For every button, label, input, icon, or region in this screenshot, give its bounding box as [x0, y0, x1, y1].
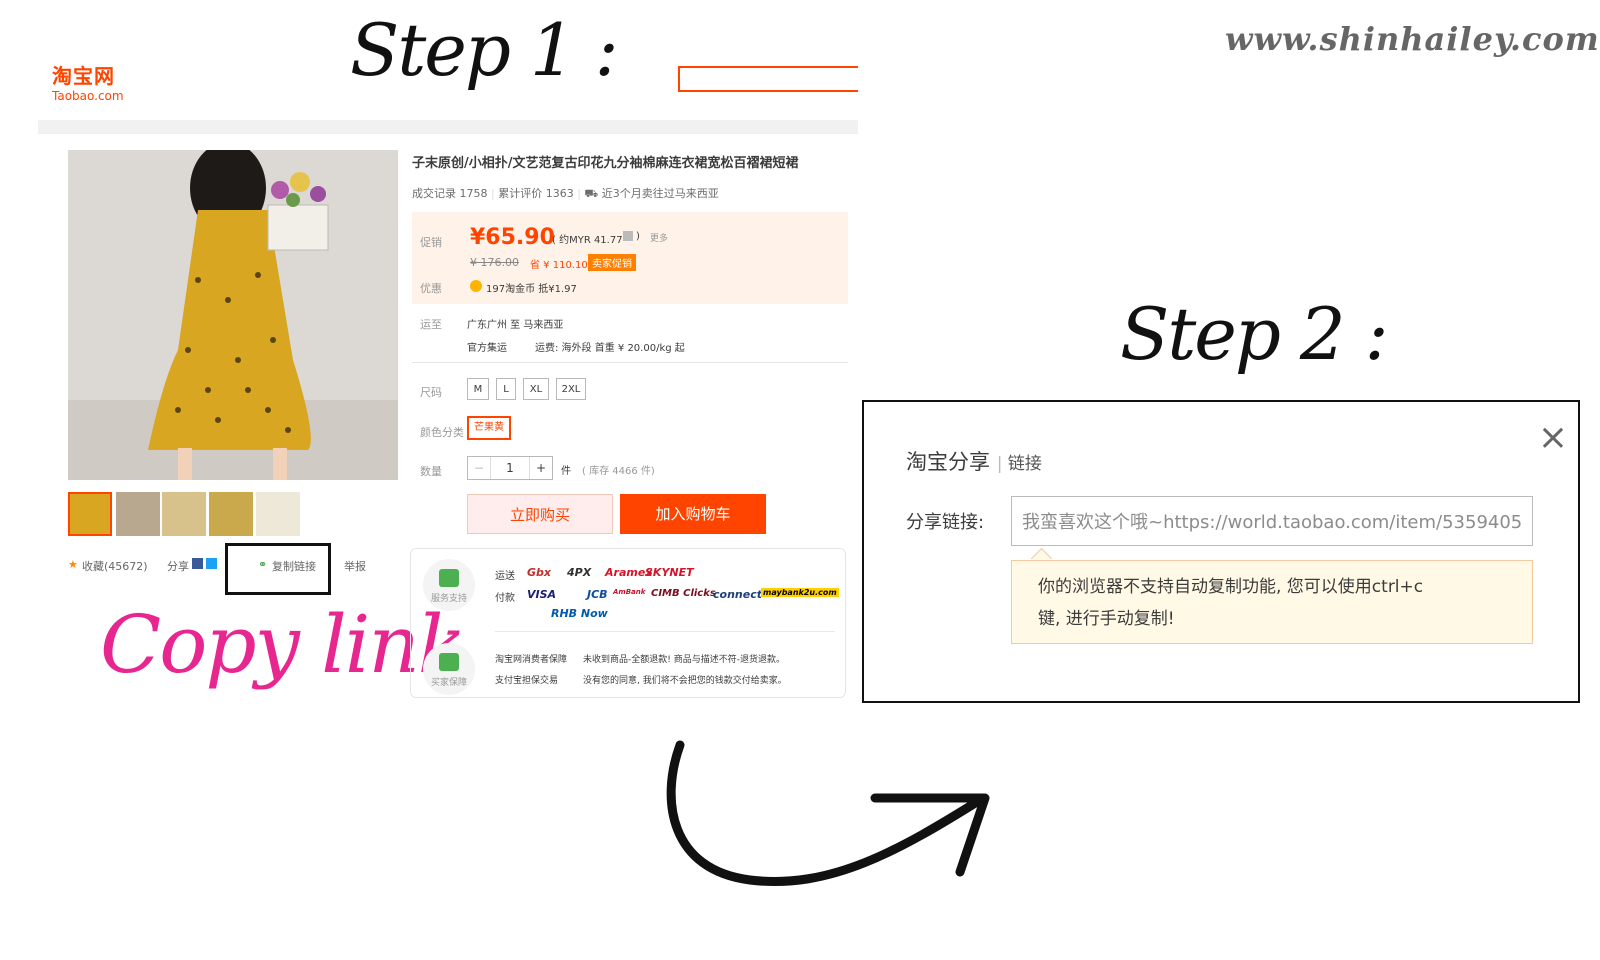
divider	[495, 631, 835, 632]
buy-now-button[interactable]: 立即购买	[467, 494, 613, 534]
promo-label: 促销	[420, 236, 442, 249]
top-search-box[interactable]	[678, 66, 858, 92]
report-link[interactable]: 举报	[344, 558, 366, 574]
original-price-value: ¥ 176.00	[470, 256, 519, 269]
copy-link-highlight	[225, 543, 331, 595]
more-dropdown[interactable]: 更多	[650, 231, 668, 244]
facebook-icon[interactable]	[192, 558, 203, 569]
buyer-protection-label: 买家保障	[430, 678, 467, 688]
copy-tip-line1: 你的浏览器不支持自动复制功能, 您可以使用ctrl+c	[1038, 577, 1424, 597]
size-option-xl[interactable]: XL	[523, 378, 549, 400]
product-stats: 成交记录 1758 | 累计评价 1363 | ⛟ 近3个月卖往过马来西亚	[412, 187, 719, 200]
ship-route[interactable]: 广东广州 至 马来西亚	[467, 316, 563, 331]
quantity-label: 数量	[420, 465, 442, 478]
quantity-input[interactable]: 1	[490, 457, 530, 479]
service-support-icon	[439, 569, 459, 587]
taobao-logo[interactable]: 淘宝网 Taobao.com	[52, 60, 124, 103]
thumbnail-5[interactable]	[256, 492, 300, 536]
quantity-stepper: − 1 +	[467, 456, 553, 480]
original-price: ¥ 176.00	[470, 256, 519, 269]
close-icon[interactable]: ×	[1538, 420, 1568, 456]
dialog-subtitle: 链接	[1007, 454, 1042, 474]
thumbnail-4[interactable]	[209, 492, 253, 536]
size-label: 尺码	[420, 386, 442, 399]
taobao-logo-en: Taobao.com	[52, 89, 124, 103]
curved-arrow-icon	[666, 740, 990, 886]
jcb-logo: JCB	[587, 588, 608, 601]
add-to-cart-button[interactable]: 加入购物车	[620, 494, 766, 534]
ship-method[interactable]: 官方集运	[467, 339, 507, 354]
divider	[412, 362, 848, 363]
thumbnail-3[interactable]	[162, 492, 206, 536]
stock-count: ( 库存 4466 件)	[582, 466, 655, 477]
shield-icon	[439, 653, 459, 671]
rhb-logo: RHB Now	[551, 607, 608, 620]
size-option-2xl[interactable]: 2XL	[556, 378, 586, 400]
myr-price: ( 约MYR 41.77	[552, 235, 623, 246]
share-link-input[interactable]	[1011, 496, 1533, 546]
payment-methods-label: 付款	[495, 593, 515, 604]
dialog-title: 淘宝分享 | 链接	[906, 450, 1042, 474]
save-amount: 省 ¥ 110.10	[530, 260, 588, 271]
step2-heading: Step 2 :	[1120, 292, 1389, 376]
thumbnail-2[interactable]	[116, 492, 160, 536]
help-icon[interactable]	[623, 231, 633, 241]
shipping-methods-label: 运送	[495, 571, 515, 582]
cimb-logo: CIMB Clicks	[651, 588, 716, 599]
ship-fee[interactable]: 运费: 海外段 首重 ¥ 20.00/kg 起	[535, 339, 685, 354]
product-image[interactable]	[68, 150, 398, 480]
skynet-logo: SKYNET	[645, 566, 694, 579]
product-title: 子末原创/小相扑/文艺范复古印花九分袖棉麻连衣裙宽松百褶裙短裙	[412, 156, 799, 171]
visa-logo: VISA	[527, 588, 557, 601]
color-label: 颜色分类	[420, 426, 464, 439]
size-option-l[interactable]: L	[496, 378, 516, 400]
favorites-link[interactable]: 收藏(45672)	[82, 558, 148, 574]
dialog-title-main: 淘宝分享	[906, 450, 990, 474]
shipping-note: 近3个月卖往过马来西亚	[601, 187, 719, 200]
watermark: www.shinhailey.com	[1225, 20, 1600, 58]
quantity-unit: 件	[561, 466, 571, 477]
service-support-label: 服务支持	[430, 594, 467, 604]
service-box: 服务支持 运送 Gbx 4PX Aramex SKYNET 付款 VISA JC…	[410, 548, 846, 698]
current-price: ¥65.90	[470, 225, 555, 250]
price-box: 促销 ¥65.90 ( 约MYR 41.77 ) 更多 ¥ 176.00 省 ¥…	[412, 212, 848, 304]
header-divider	[38, 120, 858, 134]
coin-icon	[470, 280, 482, 292]
ambank-logo: AmBank	[613, 588, 646, 596]
service-support: 服务支持	[423, 559, 475, 611]
quantity-plus-button[interactable]: +	[529, 457, 552, 479]
taobao-logo-cn: 淘宝网	[52, 64, 115, 88]
star-icon: ★	[68, 558, 78, 571]
thumbnail-1[interactable]	[68, 492, 112, 536]
color-option-selected[interactable]: 芒果黄	[467, 416, 511, 440]
myr-close: )	[636, 231, 640, 242]
gbx-logo: Gbx	[527, 566, 551, 579]
buyer-protection: 买家保障	[423, 643, 475, 695]
copy-tip-line2: 键, 进行手动复制!	[1038, 609, 1175, 629]
step1-heading: Step 1 :	[350, 8, 619, 92]
4px-logo: 4PX	[567, 566, 592, 579]
review-count[interactable]: 累计评价 1363	[498, 187, 574, 200]
quantity-minus-button[interactable]: −	[468, 457, 491, 479]
copy-tip: 你的浏览器不支持自动复制功能, 您可以使用ctrl+c 键, 进行手动复制!	[1011, 560, 1533, 644]
seller-promo-badge: 卖家促销	[588, 254, 636, 271]
ship-to-label: 运至	[420, 318, 442, 331]
connect-logo: connect	[713, 588, 762, 601]
share-dialog: 淘宝分享 | 链接 × 分享链接: 你的浏览器不支持自动复制功能, 您可以使用c…	[862, 400, 1580, 703]
maybank-logo: maybank2u.com	[761, 588, 839, 597]
size-option-m[interactable]: M	[467, 378, 489, 400]
discount-label: 优惠	[420, 282, 442, 295]
share-label: 分享	[167, 560, 189, 573]
share-link-label: 分享链接:	[906, 512, 985, 533]
protection-title-2: 支付宝担保交易	[495, 676, 559, 686]
deal-count: 成交记录 1758	[412, 187, 488, 200]
protection-title-1: 淘宝网消费者保障	[495, 655, 568, 665]
twitter-icon[interactable]	[206, 558, 217, 569]
truck-icon: ⛟	[584, 187, 599, 200]
protection-text-1: 未收到商品-全额退款! 商品与描述不符-退货退款。	[583, 655, 785, 665]
protection-text-2: 没有您的同意, 我们将不会把您的钱款交付给卖家。	[583, 676, 787, 686]
coin-discount: 197淘金币 抵¥1.97	[486, 284, 577, 295]
